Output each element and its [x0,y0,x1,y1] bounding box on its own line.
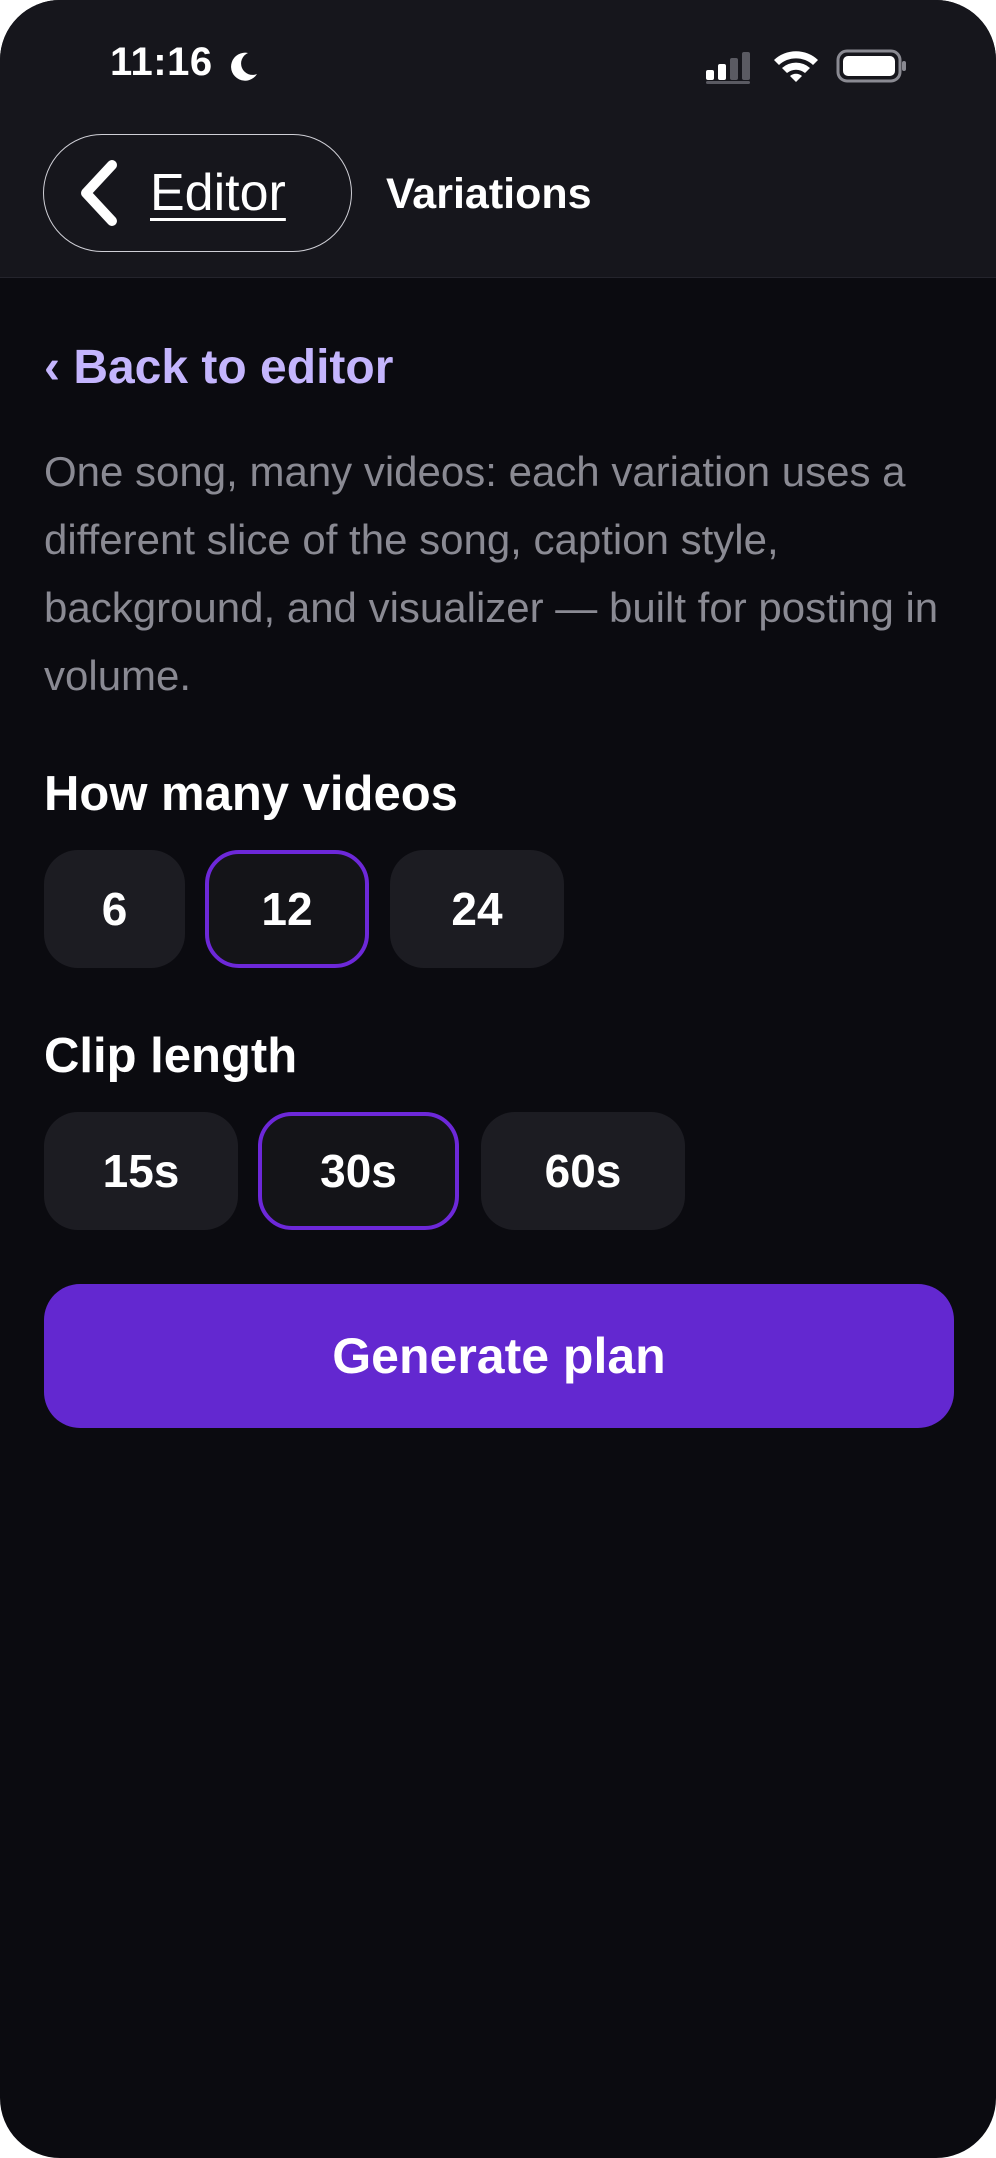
wifi-icon [774,51,818,82]
video-count-title: How many videos [44,767,458,821]
clip-length-option-60s[interactable]: 60s [481,1112,685,1230]
clip-length-option-15s[interactable]: 15s [44,1112,238,1230]
moon-icon [231,52,257,81]
clip-length-option-30s[interactable]: 30s [258,1112,459,1230]
battery-icon [836,49,906,83]
back-to-editor-button[interactable]: Editor [43,134,352,252]
cellular-signal-icon [706,52,750,84]
status-time: 11:16 [110,40,213,84]
phone-screen: 11:16 Editor Variations ‹ Back to editor… [0,0,996,2158]
status-bar: 11:16 [0,0,996,130]
back-button-label: Editor [150,164,286,222]
video-count-option-24[interactable]: 24 [390,850,564,968]
video-count-option-12[interactable]: 12 [205,850,369,968]
page-title: Variations [386,170,592,218]
description-text: One song, many videos: each variation us… [44,448,939,699]
back-to-editor-link[interactable]: ‹ Back to editor [44,340,393,395]
video-count-option-6[interactable]: 6 [44,850,185,968]
generate-plan-button[interactable]: Generate plan [44,1284,954,1428]
navigation-bar: Editor Variations [0,134,996,254]
header-area: 11:16 Editor Variations [0,0,996,278]
chevron-left-icon [81,160,117,226]
clip-length-title: Clip length [44,1029,298,1083]
